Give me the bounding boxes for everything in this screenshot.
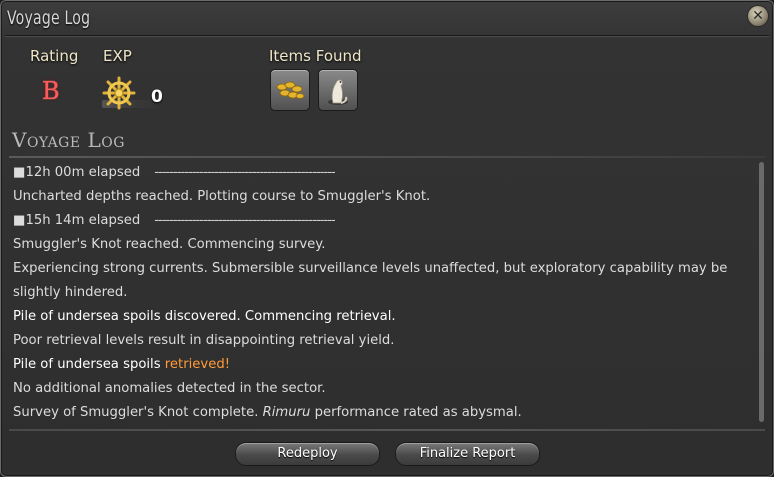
title-bar[interactable]: Voyage Log ✕: [1, 1, 773, 35]
white-ferret-icon: [328, 79, 348, 105]
bottom-divider: [9, 429, 765, 431]
ship-wheel-icon: [102, 76, 136, 110]
log-entry-text: Pile of undersea spoils: [13, 357, 161, 372]
exp-label: EXP: [103, 47, 132, 65]
item-slot-gold-coins[interactable]: [270, 69, 310, 111]
divider-dashes: ----------------------------------------…: [154, 165, 335, 180]
log-entry-text: Survey of Smuggler's Knot complete.: [13, 405, 259, 420]
log-entry: Poor retrieval levels result in disappoi…: [13, 333, 395, 348]
rating-value: B: [42, 77, 60, 105]
log-entry: Survey of Smuggler's Knot complete. Rimu…: [13, 401, 748, 425]
log-entry: No additional anomalies detected in the …: [13, 381, 326, 396]
elapsed-time: ■12h 00m elapsed: [13, 165, 141, 180]
log-entry-text: performance rated as abysmal.: [314, 405, 522, 420]
voyage-log-list[interactable]: ■12h 00m elapsed ------------------------…: [13, 161, 748, 425]
retrieved-highlight: retrieved!: [164, 357, 230, 372]
submersible-name: Rimuru: [262, 405, 311, 420]
title-divider: [5, 35, 769, 37]
close-icon[interactable]: ✕: [747, 5, 769, 27]
rating-label: Rating: [30, 47, 79, 65]
finalize-report-button[interactable]: Finalize Report: [395, 442, 540, 466]
voyage-log-window: Voyage Log ✕ Rating B EXP 0 Items Found: [0, 0, 774, 477]
redeploy-button[interactable]: Redeploy: [235, 442, 380, 466]
log-entry: Experiencing strong currents. Submersibl…: [13, 261, 728, 300]
log-entry: Smuggler's Knot reached. Commencing surv…: [13, 237, 326, 252]
item-slot-white-ferret[interactable]: [318, 69, 358, 111]
gold-coins-icon: [276, 81, 305, 99]
elapsed-time: ■15h 14m elapsed: [13, 213, 141, 228]
window-title: Voyage Log: [7, 7, 91, 29]
log-entry-time: ■12h 00m elapsed ------------------------…: [13, 161, 748, 185]
log-entry: Uncharted depths reached. Plotting cours…: [13, 189, 431, 204]
divider-dashes: ----------------------------------------…: [154, 213, 335, 228]
log-entry: Pile of undersea spoils discovered. Comm…: [13, 309, 396, 324]
exp-value: 0: [151, 87, 163, 107]
items-found-label: Items Found: [269, 47, 362, 65]
log-scrollbar[interactable]: [759, 162, 764, 422]
section-divider: [9, 156, 765, 158]
voyage-log-heading: Voyage Log: [12, 128, 125, 152]
log-entry-time: ■15h 14m elapsed ------------------------…: [13, 209, 748, 233]
log-entry: Pile of undersea spoils retrieved!: [13, 353, 748, 377]
